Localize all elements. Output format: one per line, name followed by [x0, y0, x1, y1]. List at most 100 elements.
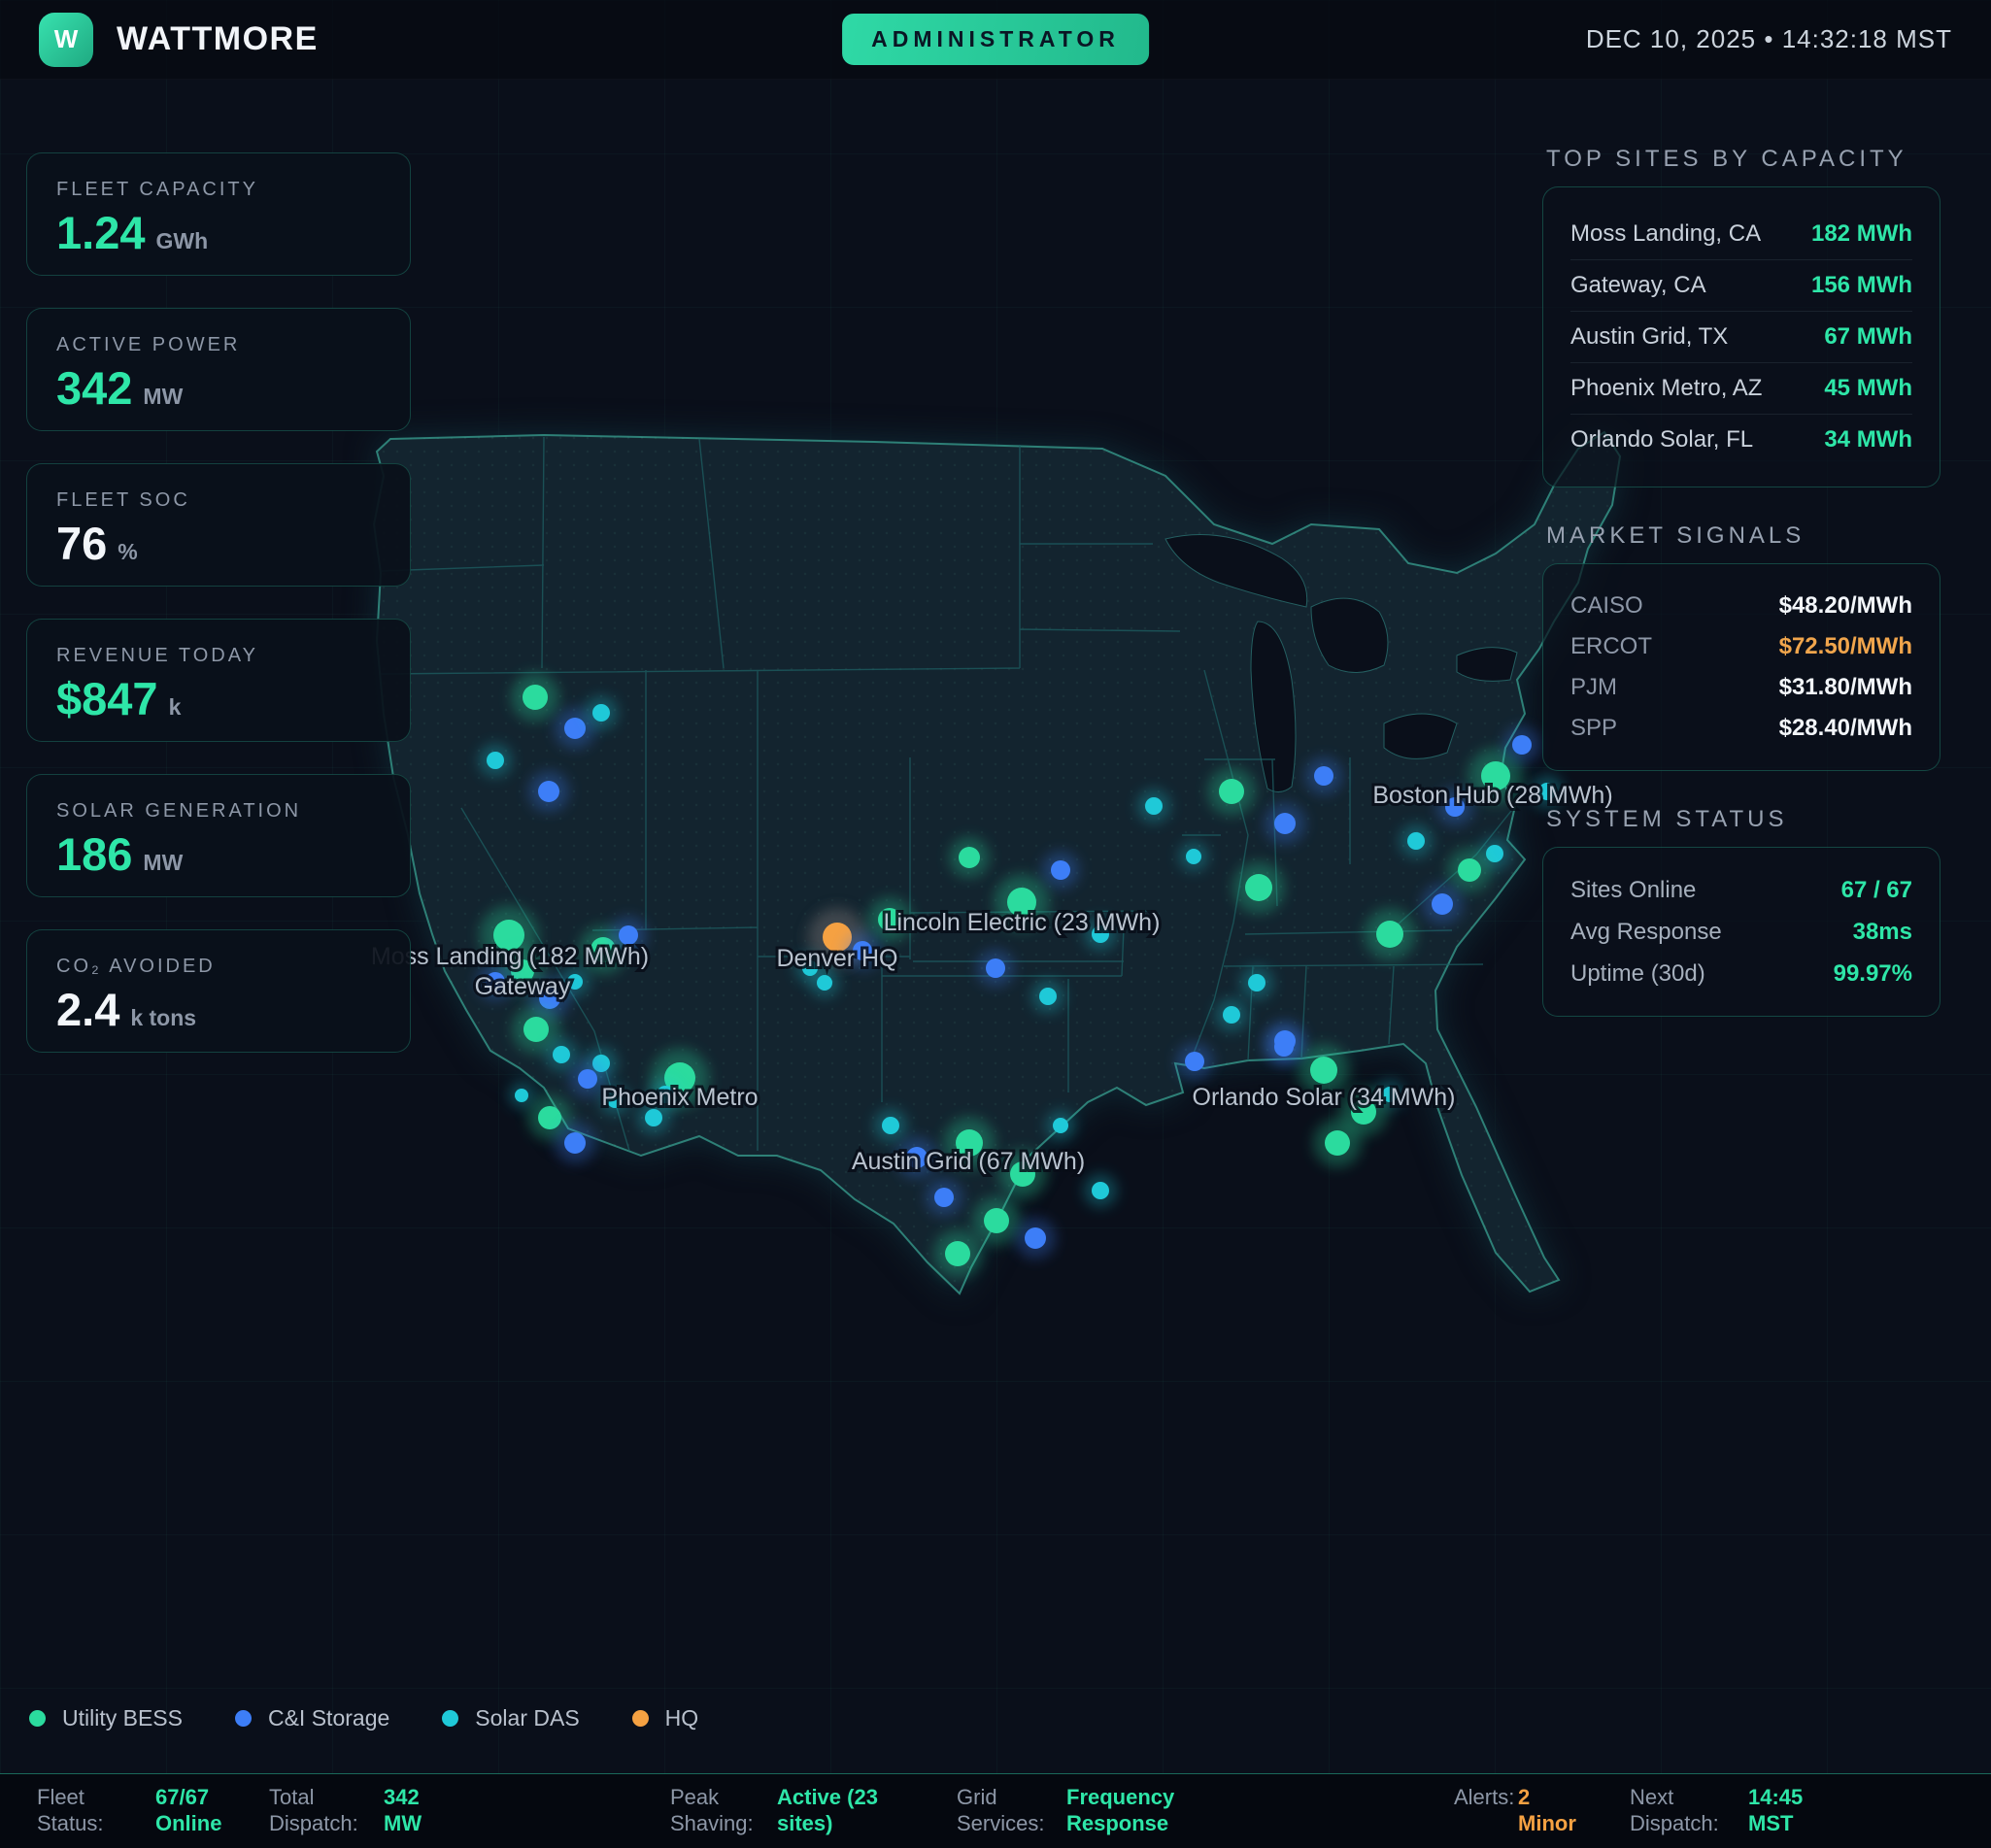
site-marker-solar[interactable] [810, 968, 839, 997]
ci-site-dot-icon[interactable] [578, 1069, 597, 1089]
ci-site-dot-icon[interactable] [1185, 1052, 1204, 1071]
ci-site-dot-icon[interactable] [1512, 735, 1532, 755]
site-marker-ci[interactable] [1042, 852, 1079, 889]
site-marker-solar[interactable] [1137, 790, 1170, 823]
solar-site-dot-icon[interactable] [1039, 988, 1057, 1005]
site-marker-bess[interactable] [949, 837, 990, 878]
bess-site-dot-icon[interactable] [1310, 1057, 1337, 1084]
bess-site-dot-icon[interactable] [523, 685, 548, 710]
solar-site-dot-icon[interactable] [1053, 1118, 1068, 1133]
site-marker-solar[interactable] [1046, 1111, 1075, 1140]
ci-site-dot-icon[interactable] [934, 1188, 954, 1207]
bess-site-dot-icon[interactable] [959, 847, 980, 868]
solar-site-dot-icon[interactable] [882, 1117, 899, 1134]
site-row: Moss Landing, CA182 MWh [1570, 209, 1912, 260]
solar-site-dot-icon[interactable] [1092, 1182, 1109, 1199]
ci-site-dot-icon[interactable] [564, 1132, 586, 1154]
site-marker-bess[interactable] [1313, 1119, 1361, 1166]
site-marker-bess[interactable] [933, 1229, 981, 1277]
site-marker-solar[interactable] [1215, 998, 1248, 1031]
site-marker-ci[interactable] [1422, 884, 1463, 924]
solar-site-dot-icon[interactable] [1248, 974, 1265, 991]
statusbar-item: Total Dispatch:342 MW [269, 1785, 444, 1837]
site-marker-bess[interactable] [511, 673, 558, 721]
site-marker-solar[interactable] [1179, 842, 1208, 871]
bess-site-dot-icon[interactable] [1376, 921, 1403, 948]
ci-site-dot-icon[interactable] [1274, 1037, 1294, 1057]
site-marker-ci[interactable] [528, 771, 569, 812]
site-marker-solar[interactable] [479, 744, 512, 777]
ci-site-dot-icon[interactable] [619, 925, 638, 945]
stat-card-value-row: 2.4k tons [56, 987, 410, 1032]
statusbar-item-label: Total Dispatch: [269, 1785, 384, 1837]
site-marker-solar[interactable] [1400, 824, 1433, 857]
market-signals-title: MARKET SIGNALS [1546, 522, 1940, 550]
solar-site-dot-icon[interactable] [487, 752, 504, 769]
market-row-value: $72.50/MWh [1779, 633, 1912, 660]
statusbar-item-label: Grid Services: [957, 1785, 1066, 1837]
ci-site-dot-icon[interactable] [564, 718, 586, 739]
site-marker-ci[interactable] [1265, 1028, 1302, 1065]
bess-site-dot-icon[interactable] [1245, 874, 1272, 901]
app-name: WATTMORE [117, 20, 319, 58]
site-marker-ci[interactable] [569, 1060, 606, 1097]
site-marker-bess[interactable] [1232, 861, 1284, 913]
site-marker-ci[interactable] [555, 1123, 595, 1163]
bess-site-dot-icon[interactable] [984, 1208, 1009, 1233]
ci-site-dot-icon[interactable] [1051, 860, 1070, 880]
site-marker-ci[interactable] [926, 1179, 962, 1216]
site-marker-solar[interactable] [874, 1109, 907, 1142]
site-marker-bess[interactable] [1207, 767, 1255, 815]
site-marker-solar[interactable] [545, 1038, 578, 1071]
site-row-name: Orlando Solar, FL [1570, 426, 1753, 454]
status-bar: Fleet Status:67/67 OnlineTotal Dispatch:… [0, 1773, 1991, 1848]
bess-site-dot-icon[interactable] [523, 1017, 549, 1042]
site-marker-ci[interactable] [1015, 1218, 1056, 1259]
stat-card: SOLAR GENERATION186MW [26, 774, 411, 897]
site-marker-solar[interactable] [1031, 980, 1064, 1013]
site-row-value: 182 MWh [1811, 220, 1912, 248]
stat-card-value: $847 [56, 676, 158, 722]
site-marker-ci[interactable] [1305, 757, 1342, 794]
site-marker-ci[interactable] [1265, 803, 1305, 844]
solar-site-dot-icon[interactable] [1145, 797, 1163, 815]
site-marker-solar[interactable] [585, 696, 618, 729]
site-marker-solar[interactable] [509, 1083, 535, 1109]
market-row-name: ERCOT [1570, 633, 1652, 660]
solar-site-dot-icon[interactable] [592, 704, 610, 722]
lake-ontario [1457, 648, 1517, 682]
market-signals-section: MARKET SIGNALS CAISO$48.20/MWhERCOT$72.5… [1542, 522, 1940, 771]
ci-site-dot-icon[interactable] [538, 781, 559, 802]
bess-site-dot-icon[interactable] [1325, 1130, 1350, 1156]
solar-site-dot-icon[interactable] [1223, 1006, 1240, 1024]
bess-site-dot-icon[interactable] [1458, 858, 1481, 882]
ci-site-dot-icon[interactable] [1025, 1227, 1046, 1249]
logo-letter: W [54, 24, 79, 54]
ci-site-dot-icon[interactable] [1314, 766, 1333, 786]
ci-site-dot-icon[interactable] [1432, 893, 1453, 915]
site-marker-ci[interactable] [1503, 726, 1540, 763]
site-marker-ci[interactable] [977, 950, 1014, 987]
solar-site-dot-icon[interactable] [1186, 849, 1201, 864]
map-site-label: Lincoln Electric (23 MWh) [884, 909, 1161, 936]
map-site-label: Moss Landing (182 MWh) [371, 943, 649, 970]
site-marker-solar[interactable] [1084, 1174, 1117, 1207]
solar-legend-dot-icon [442, 1710, 458, 1727]
bess-site-dot-icon[interactable] [945, 1241, 970, 1266]
site-marker-bess[interactable] [1447, 848, 1492, 892]
solar-site-dot-icon[interactable] [1407, 832, 1425, 850]
bess-site-dot-icon[interactable] [538, 1106, 561, 1129]
solar-site-dot-icon[interactable] [817, 975, 832, 991]
solar-site-dot-icon[interactable] [553, 1046, 570, 1063]
site-marker-solar[interactable] [1240, 966, 1273, 999]
site-marker-ci[interactable] [1176, 1043, 1213, 1080]
site-marker-bess[interactable] [972, 1196, 1020, 1244]
ci-site-dot-icon[interactable] [1274, 813, 1296, 834]
stat-card-value-row: 76% [56, 521, 410, 566]
ci-site-dot-icon[interactable] [986, 958, 1005, 978]
site-marker-bess[interactable] [1364, 908, 1415, 959]
bess-site-dot-icon[interactable] [1219, 779, 1244, 804]
solar-site-dot-icon[interactable] [515, 1089, 528, 1102]
map-site-label: Austin Grid (67 MWh) [852, 1148, 1085, 1175]
solar-site-dot-icon[interactable] [645, 1109, 662, 1126]
